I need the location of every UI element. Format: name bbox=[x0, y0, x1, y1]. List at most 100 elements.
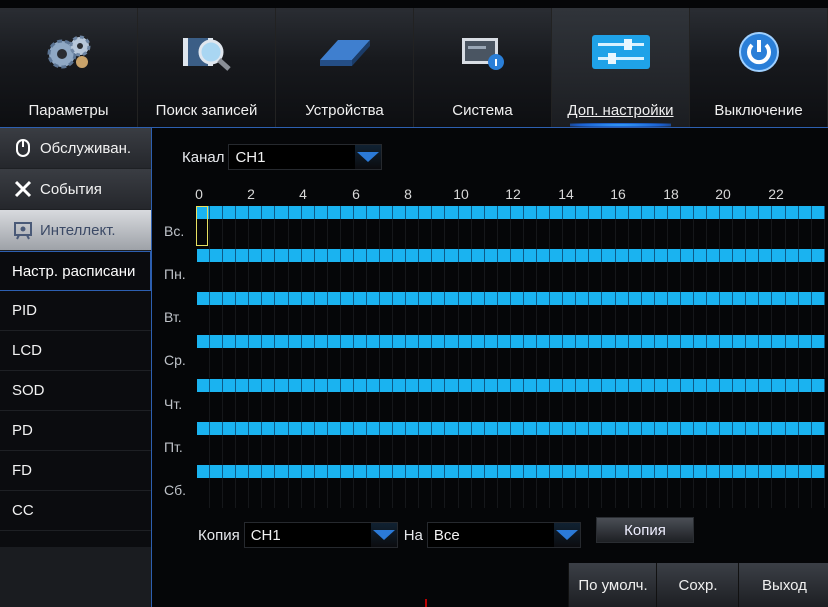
schedule-slot[interactable] bbox=[210, 249, 224, 262]
chevron-down-icon[interactable] bbox=[355, 145, 382, 169]
schedule-slot[interactable] bbox=[510, 465, 524, 478]
schedule-slot[interactable] bbox=[223, 206, 237, 219]
schedule-slot[interactable] bbox=[393, 206, 407, 219]
schedule-cell[interactable] bbox=[249, 348, 263, 378]
schedule-slot[interactable] bbox=[275, 292, 289, 305]
schedule-slot[interactable] bbox=[301, 422, 315, 435]
schedule-slot[interactable] bbox=[785, 465, 799, 478]
schedule-slot[interactable] bbox=[615, 465, 629, 478]
schedule-slot[interactable] bbox=[393, 379, 407, 392]
schedule-band[interactable] bbox=[197, 335, 825, 348]
schedule-cell[interactable] bbox=[445, 262, 459, 292]
schedule-cell[interactable] bbox=[746, 348, 760, 378]
schedule-slot[interactable] bbox=[327, 206, 341, 219]
sidebar-section-events[interactable]: События bbox=[0, 169, 151, 210]
schedule-slot[interactable] bbox=[236, 335, 250, 348]
schedule-slot[interactable] bbox=[445, 335, 459, 348]
schedule-slot[interactable] bbox=[367, 379, 381, 392]
schedule-cell[interactable] bbox=[602, 262, 616, 292]
schedule-slot[interactable] bbox=[654, 465, 668, 478]
schedule-slot[interactable] bbox=[576, 292, 590, 305]
schedule-cell[interactable] bbox=[380, 305, 394, 335]
schedule-cell[interactable] bbox=[693, 435, 708, 465]
schedule-slot[interactable] bbox=[497, 249, 511, 262]
schedule-slot[interactable] bbox=[419, 422, 433, 435]
schedule-row[interactable] bbox=[197, 379, 825, 422]
schedule-slot[interactable] bbox=[798, 335, 812, 348]
schedule-cell[interactable] bbox=[380, 262, 394, 292]
schedule-cell[interactable] bbox=[458, 305, 472, 335]
schedule-cell[interactable] bbox=[458, 262, 472, 292]
schedule-row[interactable] bbox=[197, 249, 825, 292]
schedule-cell[interactable] bbox=[537, 348, 551, 378]
schedule-cell[interactable] bbox=[367, 305, 381, 335]
schedule-cell[interactable] bbox=[550, 305, 564, 335]
schedule-cell[interactable] bbox=[406, 478, 420, 508]
schedule-cell[interactable] bbox=[615, 305, 629, 335]
schedule-slot[interactable] bbox=[340, 422, 354, 435]
schedule-cell[interactable] bbox=[497, 305, 511, 335]
schedule-cell[interactable] bbox=[327, 478, 341, 508]
schedule-slot[interactable] bbox=[314, 335, 328, 348]
schedule-slot[interactable] bbox=[746, 249, 760, 262]
schedule-slot[interactable] bbox=[210, 335, 224, 348]
default-button[interactable]: По умолч. bbox=[568, 563, 657, 607]
schedule-slot[interactable] bbox=[380, 379, 394, 392]
schedule-slot[interactable] bbox=[275, 206, 289, 219]
schedule-slot[interactable] bbox=[693, 335, 708, 348]
copy-button[interactable]: Копия bbox=[596, 517, 694, 543]
schedule-slot[interactable] bbox=[275, 422, 289, 435]
schedule-slot[interactable] bbox=[589, 465, 603, 478]
schedule-slot[interactable] bbox=[680, 465, 694, 478]
schedule-slot[interactable] bbox=[210, 292, 224, 305]
schedule-cell[interactable] bbox=[523, 435, 538, 465]
schedule-slot[interactable] bbox=[537, 249, 551, 262]
schedule-slot[interactable] bbox=[550, 292, 564, 305]
schedule-slot[interactable] bbox=[432, 379, 446, 392]
schedule-cell[interactable] bbox=[223, 219, 237, 249]
schedule-slot[interactable] bbox=[223, 422, 237, 435]
schedule-slot[interactable] bbox=[223, 249, 237, 262]
schedule-slot[interactable] bbox=[602, 379, 616, 392]
schedule-cell[interactable] bbox=[811, 219, 825, 249]
schedule-cell[interactable] bbox=[223, 262, 237, 292]
schedule-slot[interactable] bbox=[772, 379, 786, 392]
schedule-cell[interactable] bbox=[327, 392, 341, 422]
schedule-slot[interactable] bbox=[641, 292, 655, 305]
schedule-slot[interactable] bbox=[262, 249, 276, 262]
schedule-cell[interactable] bbox=[432, 435, 446, 465]
schedule-cell[interactable] bbox=[393, 392, 407, 422]
schedule-row[interactable] bbox=[197, 335, 825, 378]
schedule-slot[interactable] bbox=[693, 206, 708, 219]
schedule-cell[interactable] bbox=[576, 262, 590, 292]
tab-parameters[interactable]: Параметры bbox=[0, 8, 138, 127]
schedule-cell[interactable] bbox=[785, 348, 799, 378]
schedule-cell[interactable] bbox=[210, 219, 224, 249]
schedule-slot[interactable] bbox=[811, 249, 825, 262]
schedule-slot[interactable] bbox=[484, 335, 498, 348]
schedule-slot[interactable] bbox=[733, 292, 747, 305]
schedule-cell[interactable] bbox=[497, 219, 511, 249]
schedule-cell[interactable] bbox=[707, 435, 721, 465]
schedule-cell[interactable] bbox=[654, 219, 668, 249]
schedule-slot[interactable] bbox=[262, 465, 276, 478]
schedule-cell[interactable] bbox=[210, 305, 224, 335]
schedule-slot[interactable] bbox=[236, 206, 250, 219]
schedule-slot[interactable] bbox=[563, 206, 577, 219]
schedule-cell[interactable] bbox=[811, 435, 825, 465]
schedule-cell[interactable] bbox=[197, 305, 211, 335]
schedule-cell[interactable] bbox=[210, 478, 224, 508]
schedule-slot[interactable] bbox=[327, 422, 341, 435]
schedule-slot[interactable] bbox=[314, 422, 328, 435]
schedule-cell[interactable] bbox=[680, 348, 694, 378]
schedule-slot[interactable] bbox=[367, 422, 381, 435]
copy-from-select[interactable]: CH1 bbox=[243, 522, 398, 548]
schedule-slot[interactable] bbox=[510, 206, 524, 219]
schedule-cell[interactable] bbox=[340, 478, 354, 508]
schedule-cell[interactable] bbox=[432, 392, 446, 422]
schedule-slot[interactable] bbox=[707, 292, 721, 305]
schedule-cell[interactable] bbox=[798, 478, 812, 508]
schedule-cell[interactable] bbox=[314, 435, 328, 465]
schedule-cell[interactable] bbox=[707, 305, 721, 335]
schedule-slot[interactable] bbox=[197, 465, 211, 478]
